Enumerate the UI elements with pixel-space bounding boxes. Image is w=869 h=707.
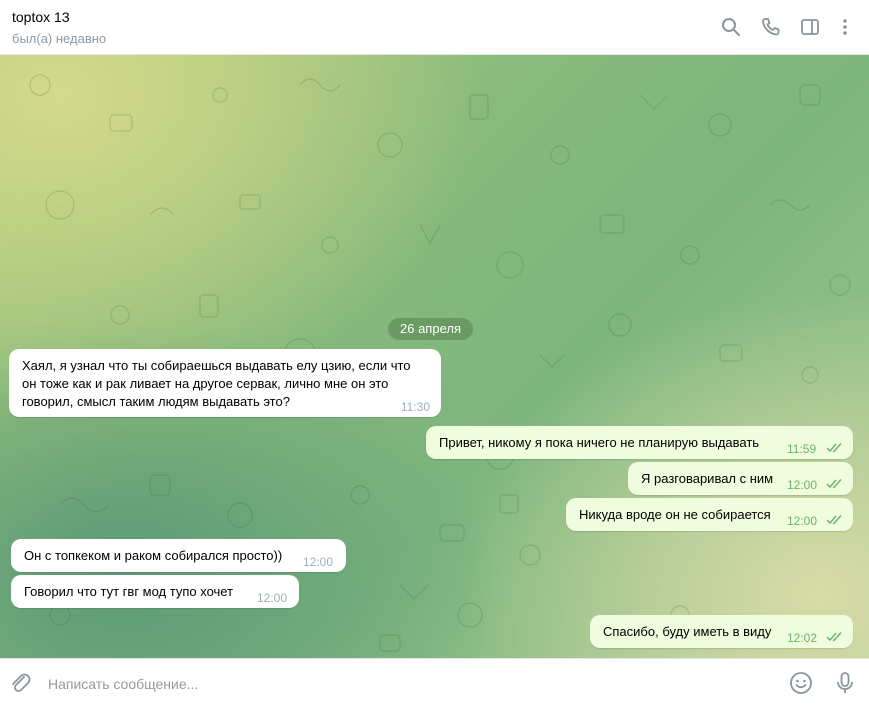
attach-icon[interactable] [7,670,33,696]
message-input[interactable] [46,669,770,699]
emoji-icon[interactable] [788,670,814,696]
message-time: 11:59 [787,442,817,456]
read-checkmarks-icon [826,479,844,489]
date-separator: 26 апреля [388,318,473,340]
message-text-line: говорил, смысл таким людям выдавать это? [22,394,290,409]
message-time: 12:00 [303,555,334,569]
chat-status: был(а) недавно [12,31,107,46]
chat-title[interactable]: toptox 13 [12,9,70,25]
phone-icon[interactable] [760,16,782,38]
message-time: 12:02 [787,631,818,645]
message-text-line: Хаял, я узнал что ты собираешься выдават… [22,358,411,373]
message-area[interactable]: 26 апреля Хаял, я узнал что ты собираешь… [0,55,869,658]
message-text: Никуда вроде он не собирается [579,507,771,522]
message-text: Говорил что тут гвг мод тупо хочет [24,584,234,599]
message-time: 11:30 [400,400,430,414]
message-text: Привет, никому я пока ничего не планирую… [439,435,760,450]
sidebar-icon[interactable] [799,16,821,38]
more-vertical-icon[interactable] [834,16,856,38]
message-text: Он с топкеком и раком собирался просто)) [24,548,283,563]
message-composer [0,658,869,707]
microphone-icon[interactable] [832,670,858,696]
message-incoming[interactable]: Он с топкеком и раком собирался просто))… [11,539,346,572]
message-time: 12:00 [787,478,818,492]
message-text-line: он тоже как и рак ливает на другое серва… [22,376,389,391]
message-incoming[interactable]: Говорил что тут гвг мод тупо хочет 12:00 [11,575,299,608]
message-outgoing[interactable]: Никуда вроде он не собирается 12:00 [566,498,853,531]
message-text: Хаял, я узнал что ты собираешься выдават… [22,357,411,411]
message-time: 12:00 [787,514,818,528]
chat-header: toptox 13 был(а) недавно [0,0,869,55]
message-time: 12:00 [257,591,288,605]
read-checkmarks-icon [826,443,844,453]
read-checkmarks-icon [826,515,844,525]
message-outgoing[interactable]: Привет, никому я пока ничего не планирую… [426,426,853,459]
message-outgoing[interactable]: Спасибо, буду иметь в виду 12:02 [590,615,853,648]
message-text: Спасибо, буду иметь в виду [603,624,772,639]
message-incoming[interactable]: Хаял, я узнал что ты собираешься выдават… [9,349,441,417]
message-text: Я разговаривал с ним [641,471,774,486]
message-outgoing[interactable]: Я разговаривал с ним 12:00 [628,462,853,495]
search-icon[interactable] [720,16,742,38]
read-checkmarks-icon [826,632,844,642]
